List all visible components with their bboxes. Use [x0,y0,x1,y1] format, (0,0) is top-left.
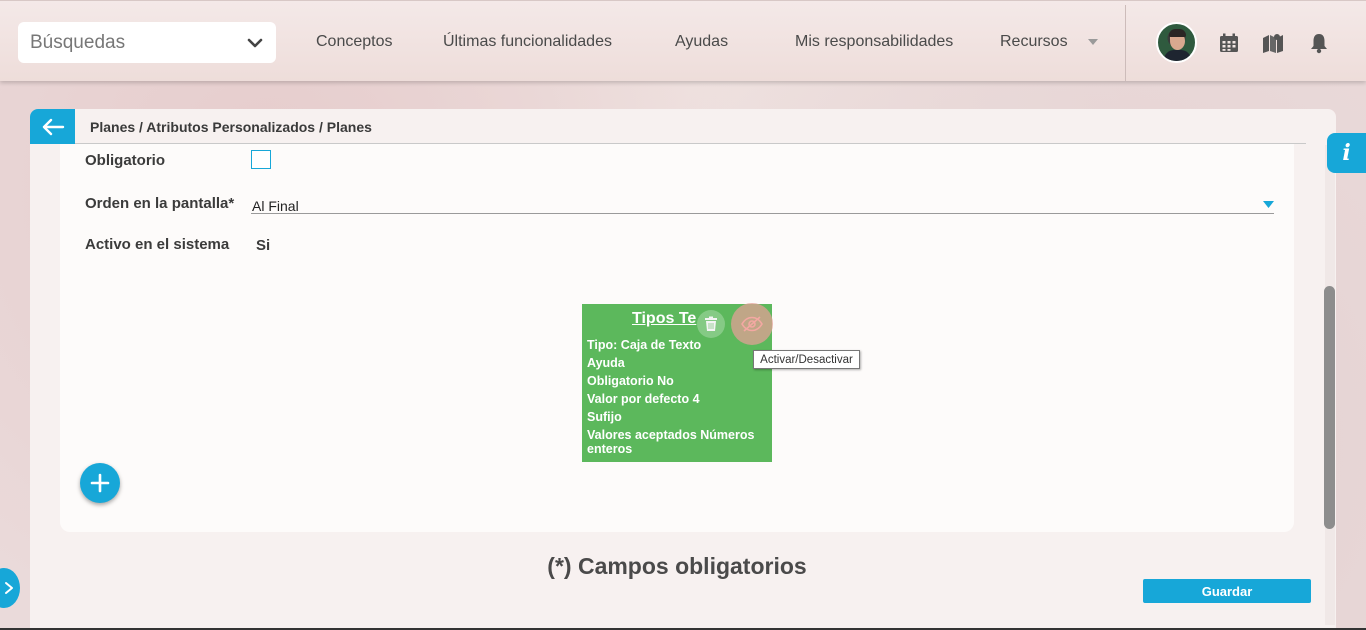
search-dropdown[interactable]: Búsquedas [18,22,276,63]
attribute-line-tipo: Tipo: Caja de Texto [587,338,702,352]
nav-ultimas-funcionalidades[interactable]: Últimas funcionalidades [443,33,612,51]
activo-label: Activo en el sistema [85,236,230,253]
nav-conceptos[interactable]: Conceptos [316,33,393,51]
toggle-active-button[interactable] [731,303,773,345]
nav-ayudas[interactable]: Ayudas [675,33,728,51]
attribute-line-valores-aceptados: Valores aceptados Números [587,428,755,442]
orden-select-underline [251,213,1274,214]
avatar-suit [1164,50,1191,61]
nav-recursos[interactable]: Recursos [1000,33,1068,51]
breadcrumb: Planes / Atributos Personalizados / Plan… [90,119,372,135]
attribute-line-sufijo: Sufijo [587,410,622,424]
nav-separator [1125,5,1126,81]
calendar-icon[interactable] [1218,32,1240,54]
avatar-hair [1169,29,1186,37]
user-avatar[interactable] [1156,22,1197,63]
required-fields-note: (*) Campos obligatorios [547,553,807,579]
orden-label: Orden en la pantalla* [85,195,235,212]
chevron-down-icon [247,38,263,47]
top-bar: Búsquedas Conceptos Últimas funcionalida… [0,0,1366,81]
info-tab[interactable]: i [1327,133,1366,173]
attribute-line-obligatorio: Obligatorio No [587,374,674,388]
delete-button[interactable] [697,310,725,338]
caret-down-icon[interactable] [1087,38,1099,46]
info-icon: i [1342,140,1351,166]
back-button[interactable] [30,109,75,144]
bell-icon[interactable] [1308,32,1330,54]
attribute-card-title[interactable]: Tipos Te [632,310,696,328]
caret-down-icon[interactable] [1263,201,1274,208]
chevron-right-icon [5,582,13,594]
eye-slash-icon [741,316,763,332]
orden-select[interactable]: Al Final [252,198,299,214]
plus-icon [90,473,110,493]
search-dropdown-label: Búsquedas [30,31,126,53]
attribute-line-ayuda: Ayuda [587,356,625,370]
trash-icon [705,316,717,331]
activo-value: Si [256,237,271,254]
arrow-left-icon [42,118,64,135]
map-icon[interactable] [1262,32,1284,54]
attribute-line-valor-defecto: Valor por defecto 4 [587,392,700,406]
toggle-active-tooltip: Activar/Desactivar [753,350,860,369]
add-attribute-button[interactable] [80,463,120,503]
obligatorio-label: Obligatorio [85,152,165,169]
save-button[interactable]: Guardar [1143,579,1311,603]
nav-mis-responsabilidades[interactable]: Mis responsabilidades [795,33,953,51]
scrollbar-thumb[interactable] [1324,286,1335,529]
obligatorio-checkbox[interactable] [251,150,271,169]
attribute-line-valores-aceptados-cont: enteros [587,442,633,456]
